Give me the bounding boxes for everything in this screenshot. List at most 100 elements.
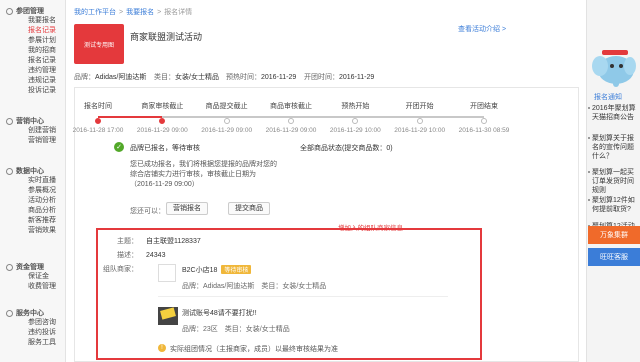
sidebar-section-service: 服务中心 参团咨询 违约投诉 服务工具 [0,308,66,348]
breadcrumb: 我的工作平台 > 我要报名 > 报名详情 [74,9,193,16]
breadcrumb-current: 报名详情 [164,9,193,16]
sidebar-item-breach-complaint[interactable]: 违约投诉 [0,328,66,338]
sidebar-item-plan[interactable]: 参展计划 [0,36,66,46]
timeline-step-date: 2016-11-29 10:00 [329,127,381,134]
notice-item[interactable]: 2016年聚划算天猫招商公告 [588,104,638,122]
timeline-dot-icon [95,118,101,124]
sidebar-section-title[interactable]: 参团管理 [0,6,66,16]
sidebar-item-records[interactable]: 报名记录 [0,56,66,66]
sidebar-item-goods-analysis[interactable]: 商品分析 [0,206,66,216]
page-title: 商家联盟测试活动 [130,32,203,42]
timeline-step-date: 2016-11-29 09:00 [136,127,188,134]
merchant-brand: 品牌：Adidas/阿迪达斯 类目：女装/女士精品 [182,283,327,290]
timeline-step: 开团结束 2016-11-30 08:59 [454,101,514,134]
notice-item[interactable]: 聚划算一起买订单发货时间规则 [588,168,638,195]
timeline-step-label: 开团结束 [470,103,498,110]
timeline-step-label: 开团开始 [405,103,434,110]
sidebar-item-violation[interactable]: 违规记录 [0,76,66,86]
timeline-step: 商品审核截止 2016-11-29 09:00 [261,101,321,134]
timeline-step: 开团开始 2016-11-29 10:00 [390,101,450,134]
timeline-step-label: 商品提交截止 [205,103,248,110]
sidebar-item-marketing-manage[interactable]: 营销管理 [0,136,66,146]
category-meta: 类目：女装/女士精品 [154,74,219,81]
status-description: 您已成功报名，我们将根据您提报的品牌对您的综合店铺实力进行审核，审核截止日期为（… [130,161,277,188]
sidebar-item-activity-analysis[interactable]: 活动分析 [0,196,66,206]
sidebar-section-title[interactable]: 服务中心 [0,308,66,318]
more-actions-label: 您还可以： [130,208,165,215]
timeline-step-date: 2016-11-29 09:00 [265,127,317,134]
timeline-step: 商品提交截止 2016-11-29 09:00 [197,101,257,134]
timeline-step-label: 预热开始 [341,103,370,110]
timeline-dot-icon [416,118,423,124]
sidebar-item-marketing-effect[interactable]: 营销效果 [0,226,66,236]
circle-icon [6,309,13,317]
notice-item[interactable]: 聚划算12件如何提前取货? [588,196,638,214]
notice-item[interactable]: 聚划算关于报名的宣传问题什么？ [588,134,638,161]
timeline-dot-icon [481,118,487,124]
timeline-step: 预热开始 2016-11-29 10:00 [325,101,385,134]
timeline-step-label: 商品审核截止 [270,103,312,110]
view-activity-link[interactable]: 查看活动介绍 > [458,24,506,34]
timeline-dot-icon [159,118,166,124]
timeline-step-label: 报名时间 [84,103,112,110]
timeline-dot-icon [288,118,294,124]
brand-meta: 品牌：Adidas/阿迪达斯 [74,74,147,81]
status-badge: 等待审核 [221,265,252,274]
timeline-step-date: 2016-11-29 10:00 [394,127,446,134]
sidebar-item-live[interactable]: 实时直播 [0,176,66,186]
status-text: 品牌已报名，等待审核 [130,145,200,152]
sidebar-item-consult[interactable]: 参团咨询 [0,318,66,328]
sidebar-item-create-marketing[interactable]: 创建营销 [0,126,66,136]
sidebar-section-title[interactable]: 资金管理 [0,262,66,272]
timeline-dot-icon [352,118,359,124]
sidebar-item-deposit[interactable]: 保证金 [0,272,66,282]
warning-text: 实际组团情况（主报商家，成员）以最终审核结果为准 [170,346,338,353]
sidebar-item-signup[interactable]: 我要报名 [0,16,66,26]
subject-row: 主题： 自主联盟1128337 [117,238,201,245]
sidebar-section-title[interactable]: 营销中心 [0,116,66,126]
timeline-dot-icon [223,118,230,124]
sidebar-section-title[interactable]: 数据中心 [0,166,66,176]
sidebar-section-group-buy: 参团管理 我要报名 报名记录 参展计划 我的招商 报名记录 违约管理 违规记录 … [0,6,66,96]
sidebar-item-signup-records[interactable]: 报名记录 [0,26,66,36]
notice-title: 报名通知 [594,94,622,101]
activity-image: 测试专用图 [74,24,124,64]
sidebar-item-overview[interactable]: 参展概况 [0,186,66,196]
circle-icon [6,117,13,125]
breadcrumb-signup[interactable]: 我要报名 [126,9,154,16]
sidebar-item-breach[interactable]: 违约管理 [0,66,66,76]
team-row: 组队商家： [103,266,138,273]
goods-status: 全部商品状态(提交商品数：0) [300,145,393,152]
timeline-step-label: 商家审核截止 [141,103,184,110]
description-row: 描述： 24343 [117,252,166,259]
start-meta: 开团时间：2016-11-29 [304,74,375,81]
merchant-brand: 品牌：23区 类目：女装/女士精品 [182,326,290,333]
submit-goods-button[interactable]: 提交商品 [228,202,270,215]
circle-icon [6,167,13,175]
divider [158,296,448,297]
marketing-signup-button[interactable]: 营销报名 [166,202,208,215]
sidebar-item-fees[interactable]: 收费管理 [0,282,66,292]
sidebar-item-my-recruit[interactable]: 我的招商 [0,46,66,56]
team-info-box [96,228,482,360]
merchant-logo [158,264,176,282]
timeline-step: 报名时间 2016-11-28 17:00 [68,101,128,134]
timeline-step-date: 2016-11-29 09:00 [201,127,253,134]
sidebar-item-tools[interactable]: 服务工具 [0,338,66,348]
sidebar-item-complaints[interactable]: 投诉记录 [0,86,66,96]
breadcrumb-workbench[interactable]: 我的工作平台 [74,9,116,16]
group-service-button[interactable]: 万象集群 [588,226,640,244]
sidebar-section-marketing: 营销中心 创建营销 营销管理 [0,116,66,146]
circle-icon [6,7,13,15]
timeline-step-date: 2016-11-30 08:59 [458,127,510,134]
sidebar-section-funds: 资金管理 保证金 收费管理 [0,262,66,292]
timeline-step: 商家审核截止 2016-11-29 09:00 [132,101,192,134]
sidebar-item-new-customer[interactable]: 新客推荐 [0,216,66,226]
timeline-step-date: 2016-11-28 17:00 [72,127,124,134]
circle-icon [6,263,13,271]
elephant-mascot-icon [592,50,636,87]
merchant-logo [158,307,178,325]
wangwang-service-button[interactable]: 旺旺客服 [588,248,640,266]
warning-icon: ! [158,344,166,352]
sidebar-section-data: 数据中心 实时直播 参展概况 活动分析 商品分析 新客推荐 营销效果 [0,166,66,236]
